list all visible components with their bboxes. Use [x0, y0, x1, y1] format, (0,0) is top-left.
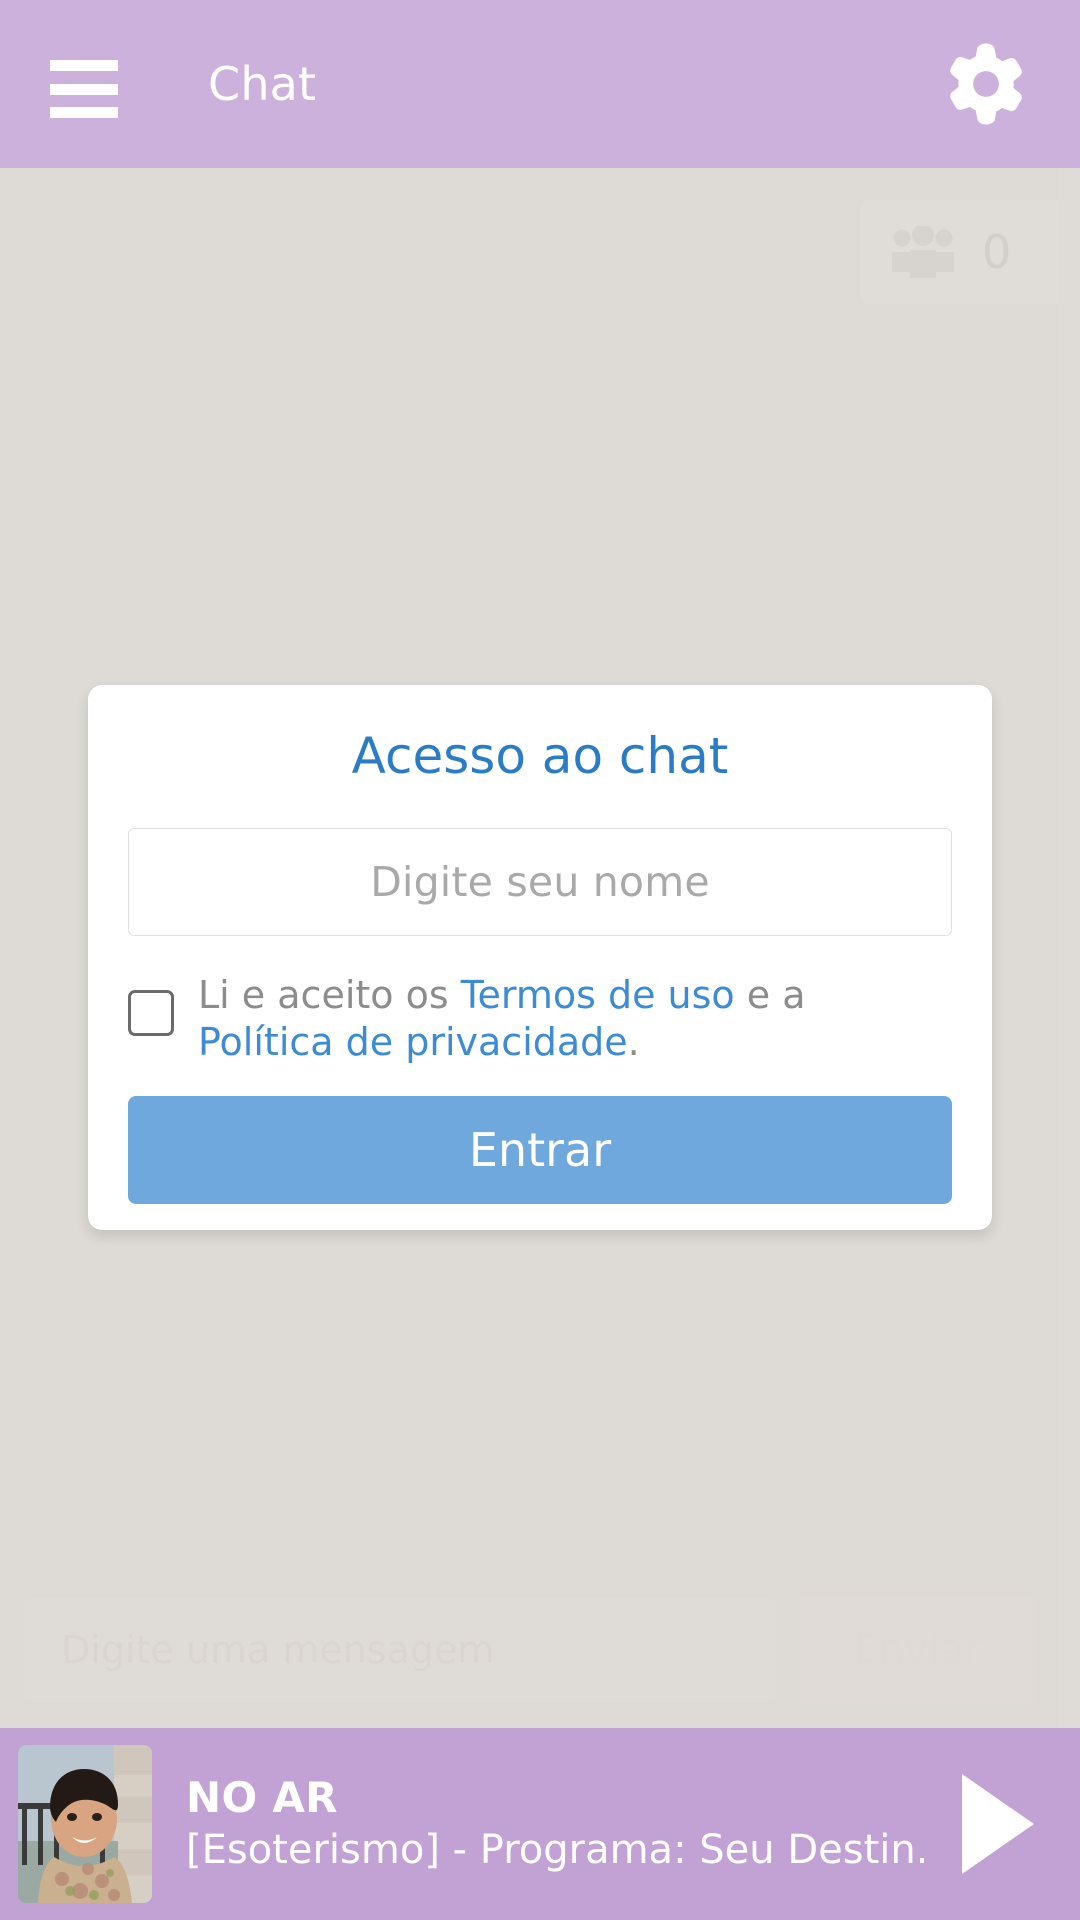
terms-text: Li e aceito os Termos de uso e a Polític…	[198, 972, 952, 1066]
terms-checkbox[interactable]	[128, 990, 174, 1036]
hamburger-bar	[50, 107, 118, 118]
live-status-label: NO AR	[186, 1772, 338, 1822]
enter-button[interactable]: Entrar	[128, 1096, 952, 1205]
top-header-bar: Chat	[0, 0, 1080, 168]
hamburger-bar	[50, 60, 118, 71]
play-triangle	[962, 1774, 1034, 1874]
terms-middle: e a	[734, 973, 806, 1017]
page-title: Chat	[208, 57, 317, 111]
hamburger-bar	[50, 83, 118, 95]
program-info: NO AR [Esoterismo] - Programa: Seu Desti…	[186, 1772, 924, 1874]
radio-player-bar: NO AR [Esoterismo] - Programa: Seu Desti…	[0, 1728, 1080, 1920]
terms-of-use-link[interactable]: Termos de uso	[461, 973, 735, 1017]
chat-access-dialog: Acesso ao chat Digite seu nome Li e acei…	[88, 685, 992, 1230]
terms-suffix: .	[627, 1020, 640, 1065]
gear-icon[interactable]	[940, 38, 1032, 130]
play-icon[interactable]	[924, 1754, 1064, 1894]
dialog-title: Acesso ao chat	[351, 727, 729, 785]
program-thumbnail	[18, 1745, 152, 1903]
chat-app-screen: Chat 0 Digite uma	[0, 0, 1080, 1920]
name-input[interactable]: Digite seu nome	[128, 828, 952, 936]
privacy-policy-link[interactable]: Política de privacidade	[198, 1020, 628, 1064]
hamburger-menu-icon[interactable]	[50, 60, 118, 118]
program-title: [Esoterismo] - Programa: Seu Destin..	[186, 1827, 924, 1874]
terms-acceptance-row: Li e aceito os Termos de uso e a Polític…	[128, 972, 952, 1066]
terms-prefix: Li e aceito os	[198, 973, 461, 1017]
